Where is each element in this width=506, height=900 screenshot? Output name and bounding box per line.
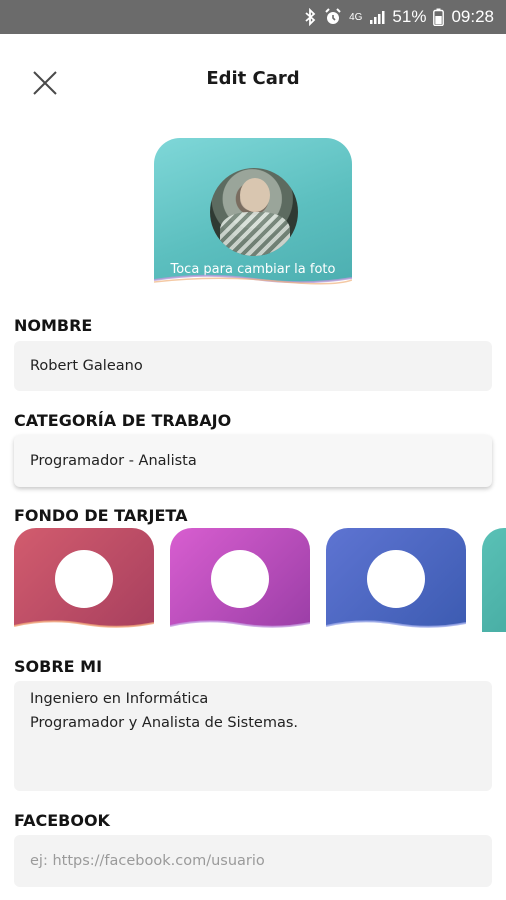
page-title: Edit Card xyxy=(206,68,300,89)
background-option-dot xyxy=(55,550,113,608)
avatar-face xyxy=(240,178,270,212)
card-wave xyxy=(154,274,352,288)
alarm-icon xyxy=(324,8,342,26)
about-line: Ingeniero en Informática xyxy=(30,691,209,707)
facebook-label: FACEBOOK xyxy=(14,811,110,830)
network-type: 4G xyxy=(349,11,363,23)
battery-percent: 51% xyxy=(392,7,427,26)
background-option-blue[interactable] xyxy=(326,528,466,632)
name-label: NOMBRE xyxy=(14,316,93,335)
card-wave xyxy=(170,620,310,632)
about-label: SOBRE MI xyxy=(14,657,103,676)
bluetooth-icon xyxy=(304,8,317,26)
status-time: 09:28 xyxy=(451,7,494,26)
avatar-shirt xyxy=(220,212,290,256)
about-field[interactable]: Ingeniero en Informática Programador y A… xyxy=(14,681,492,791)
name-field[interactable]: Robert Galeano xyxy=(14,341,492,391)
background-option-dot xyxy=(211,550,269,608)
photo-picker[interactable]: Toca para cambiar la foto xyxy=(154,138,352,288)
category-field[interactable]: Programador - Analista xyxy=(14,435,492,487)
background-options xyxy=(14,528,506,632)
card-wave xyxy=(326,620,466,632)
background-option-teal[interactable] xyxy=(482,528,506,632)
app-bar: Edit Card xyxy=(0,34,506,124)
facebook-field[interactable]: ej: https://facebook.com/usuario xyxy=(14,835,492,887)
card-wave xyxy=(14,620,154,632)
avatar[interactable] xyxy=(210,168,298,256)
background-option-red[interactable] xyxy=(14,528,154,632)
status-bar: 4G 51% 09:28 xyxy=(0,0,506,34)
about-line: Programador y Analista de Sistemas. xyxy=(30,715,298,731)
signal-icon xyxy=(369,9,385,25)
battery-icon xyxy=(433,8,445,26)
background-label: FONDO DE TARJETA xyxy=(14,506,188,525)
background-option-purple[interactable] xyxy=(170,528,310,632)
category-label: CATEGORÍA DE TRABAJO xyxy=(14,411,232,430)
background-option-dot xyxy=(367,550,425,608)
